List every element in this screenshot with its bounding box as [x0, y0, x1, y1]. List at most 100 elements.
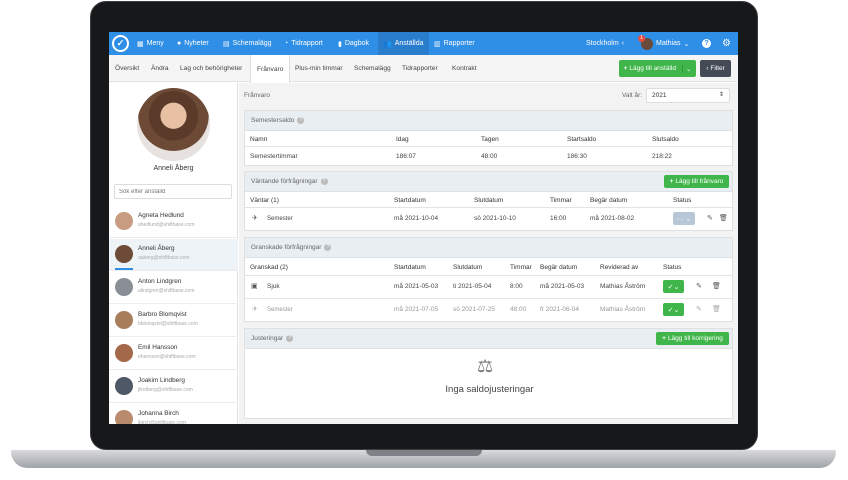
table-cell: sö 2021-07-25: [453, 306, 495, 313]
table-cell: må 2021-05-03: [394, 283, 439, 290]
status-pending-button[interactable]: ··· ⌄: [673, 212, 695, 225]
help-icon[interactable]: ?: [324, 244, 332, 251]
employee-email: jlindberg@shiftbase.com: [138, 387, 193, 393]
divider: [245, 146, 732, 147]
employee-sidebar: Anneli Åberg Agneta Hedlund ahedlund@shif…: [109, 83, 238, 424]
add-absence-button[interactable]: + Lägg till frånvaro: [664, 175, 729, 188]
tab-contract[interactable]: Kontrakt: [452, 55, 477, 82]
status-approved-button[interactable]: ✓⌄: [663, 280, 684, 293]
tab-teams[interactable]: Lag och behörigheter: [180, 55, 242, 82]
sort-icon: ⇕: [718, 92, 724, 98]
user-avatar: 1: [638, 34, 653, 50]
gear-icon[interactable]: ⚙: [722, 32, 731, 55]
location-selector[interactable]: Stockholm ‹: [586, 32, 624, 55]
table-cell: fr 2021-06-04: [540, 306, 580, 313]
search-employee-input[interactable]: [114, 184, 232, 199]
add-employee-button[interactable]: + Lägg till anställd ⌄: [619, 60, 696, 77]
pencil-icon[interactable]: ✎: [707, 214, 713, 222]
col-header: Idag: [396, 136, 409, 143]
col-header: Timmar: [510, 264, 532, 271]
col-header: Slutdatum: [453, 264, 483, 271]
top-nav: ✓ ▦ Meny ● Nyheter ▤ Schemalägg ◔ Tidrapport…: [109, 32, 738, 55]
reviewed-requests-card: Granskade förfrågningar? Granskad (2) St…: [244, 237, 733, 322]
trash-icon[interactable]: 🗑: [712, 305, 721, 313]
avatar: [115, 278, 133, 296]
grid-icon: ▦: [137, 40, 144, 48]
employee-name: Johanna Birch: [138, 410, 179, 417]
divider: [245, 207, 732, 208]
table-cell: Sjuk: [267, 283, 280, 290]
employee-list-item[interactable]: Barbro Blomqvist bblomqvist@shiftbase.com: [109, 305, 238, 337]
chat-icon: ●: [177, 40, 182, 47]
trash-icon[interactable]: 🗑: [712, 282, 721, 290]
card-header: Justeringar? + Lägg till korrigering: [245, 329, 732, 349]
employee-email: ahedlund@shiftbase.com: [138, 222, 195, 228]
employee-name: Anton Lindgren: [138, 278, 182, 285]
col-header: Slutsaldo: [652, 136, 679, 143]
user-menu[interactable]: 1 Mathias ⌄: [638, 32, 690, 55]
pencil-icon[interactable]: ✎: [696, 305, 702, 313]
table-cell: Mathias Åström: [600, 306, 646, 313]
add-correction-button[interactable]: + Lägg till korrigering: [656, 332, 729, 345]
nav-time-report[interactable]: ◔ Tidrapport: [284, 32, 323, 55]
employee-email: aaberg@shiftbase.com: [138, 255, 190, 261]
employee-list-item[interactable]: Agneta Hedlund ahedlund@shiftbase.com: [109, 206, 238, 238]
year-label: Valt år:: [622, 92, 643, 99]
adjustments-card: Justeringar? + Lägg till korrigering ⚖ In…: [244, 328, 733, 419]
shiftbase-logo[interactable]: ✓: [112, 35, 129, 52]
help-icon[interactable]: ?: [320, 178, 328, 185]
nav-reports[interactable]: ▥ Rapporter: [434, 32, 475, 55]
employee-list-item[interactable]: Johanna Birch jbirch@shiftbase.com: [109, 404, 238, 424]
year-select[interactable]: 2021 ⇕: [646, 88, 730, 103]
tab-overview[interactable]: Översikt: [115, 55, 139, 82]
bar-chart-icon: ▥: [434, 40, 441, 48]
filter-button[interactable]: ‹ Filter: [700, 60, 731, 77]
airplane-icon: ✈: [252, 306, 258, 313]
col-header: Status: [673, 197, 692, 204]
tab-absence[interactable]: Frånvaro: [250, 55, 291, 83]
profile-name: Anneli Åberg: [153, 165, 194, 172]
card-header: Semestersaldo?: [245, 111, 732, 131]
avatar: [115, 410, 133, 424]
table-cell: Semestertimmar: [250, 153, 298, 160]
employee-list-item[interactable]: Anneli Åberg aaberg@shiftbase.com: [109, 239, 238, 271]
trash-icon[interactable]: 🗑: [719, 214, 728, 222]
table-cell: må 2021-08-02: [590, 215, 635, 222]
table-cell: 16:00: [550, 215, 567, 222]
nav-diary[interactable]: ▮ Dagbok: [338, 32, 369, 55]
tab-time-reports[interactable]: Tidrapporter: [402, 55, 438, 82]
table-cell: Semester: [267, 307, 293, 313]
tab-schedule[interactable]: Schemalägg: [354, 55, 391, 82]
plus-icon: +: [623, 65, 628, 72]
col-header: Begär datum: [590, 197, 628, 204]
table-cell: 218:22: [652, 153, 672, 160]
col-header: Begär datum: [540, 264, 578, 271]
nav-staff[interactable]: 👥 Anställda: [378, 32, 429, 55]
help-icon[interactable]: ?: [286, 335, 294, 342]
help-icon[interactable]: ?: [297, 117, 305, 124]
avatar: [115, 245, 133, 263]
avatar: [115, 311, 133, 329]
col-header: Slutdatum: [474, 197, 504, 204]
nav-menu[interactable]: ▦ Meny: [137, 32, 164, 55]
pencil-icon[interactable]: ✎: [696, 282, 702, 290]
employee-list-item[interactable]: Emil Hansson ehansson@shiftbase.com: [109, 338, 238, 370]
nav-schedule[interactable]: ▤ Schemalägg: [223, 32, 272, 55]
col-header: Väntar (1): [250, 197, 279, 204]
tab-edit[interactable]: Ändra: [151, 55, 169, 82]
nav-news[interactable]: ● Nyheter: [177, 32, 209, 55]
employee-list-item[interactable]: Joakim Lindberg jlindberg@shiftbase.com: [109, 371, 238, 403]
help-icon[interactable]: ?: [702, 32, 711, 55]
employee-name: Agneta Hedlund: [138, 212, 184, 219]
divider: [245, 298, 732, 299]
table-cell: må 2021-05-03: [540, 283, 585, 290]
page-title: Frånvaro: [244, 92, 271, 99]
employee-list-item[interactable]: Anton Lindgren alindgren@shiftbase.com: [109, 272, 238, 304]
status-approved-button[interactable]: ✓⌄: [663, 303, 684, 316]
table-cell: Semester: [267, 216, 293, 222]
laptop-notch: [366, 450, 482, 456]
plus-icon: +: [662, 335, 666, 342]
vacation-balance-card: Semestersaldo? Namn Idag Tagen Startsald…: [244, 110, 733, 166]
tab-plus-minus[interactable]: Plus-min timmar: [295, 55, 343, 82]
chevron-down-icon: ⌄: [683, 40, 690, 48]
